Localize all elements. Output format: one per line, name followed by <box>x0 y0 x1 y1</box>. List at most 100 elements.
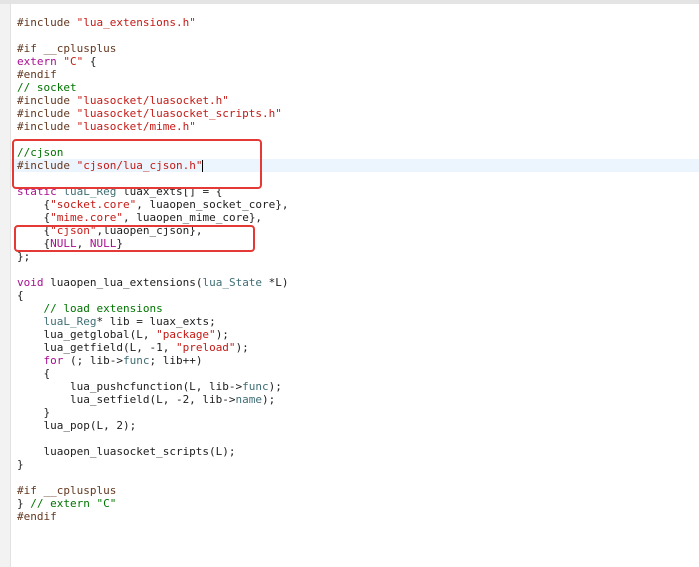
code-token: luaL_Reg <box>43 315 97 328</box>
code-line[interactable] <box>17 29 699 42</box>
code-token: "lua_extensions.h" <box>76 16 196 29</box>
code-line[interactable]: } <box>17 406 699 419</box>
code-token: { <box>17 198 51 211</box>
code-token: func <box>122 354 150 367</box>
code-token: luax_exts[] = { <box>116 185 223 198</box>
code-token: NULL <box>50 237 77 250</box>
code-token: luaopen_lua_extensions( <box>43 276 203 289</box>
code-token: } <box>116 237 123 250</box>
code-token: func <box>242 380 269 393</box>
code-line[interactable]: lua_setfield(L, -2, lib->name); <box>17 393 699 406</box>
code-token: { <box>17 237 51 250</box>
code-token: #endif <box>17 68 57 81</box>
code-token: lua_getfield(L, -1, <box>17 341 176 354</box>
code-token: #include <box>17 159 77 172</box>
code-line[interactable]: {"socket.core", luaopen_socket_core}, <box>17 198 699 211</box>
code-token: lua_State <box>202 276 263 289</box>
code-token: // load extensions <box>17 302 163 315</box>
code-token: , luaopen_socket_core}, <box>136 198 289 211</box>
code-line[interactable]: // socket <box>17 81 699 94</box>
code-token: "mime.core" <box>50 211 123 224</box>
code-token: { <box>83 55 97 68</box>
code-token: "preload" <box>175 341 236 354</box>
code-line[interactable] <box>17 172 699 185</box>
code-token: for <box>43 354 64 367</box>
code-token: "luasocket/luasocket.h" <box>76 94 229 107</box>
code-line[interactable]: } // extern "C" <box>17 497 699 510</box>
code-line[interactable]: // load extensions <box>17 302 699 315</box>
code-token: #include <box>17 94 77 107</box>
code-line[interactable]: { <box>17 367 699 380</box>
code-line[interactable] <box>17 133 699 146</box>
code-token: void <box>17 276 44 289</box>
code-line[interactable]: #if __cplusplus <box>17 42 699 55</box>
code-line[interactable]: {"cjson",luaopen_cjson}, <box>17 224 699 237</box>
code-line[interactable]: #include "cjson/lua_cjson.h" <box>11 159 699 172</box>
code-token: #if __cplusplus <box>17 42 117 55</box>
code-token: ,luaopen_cjson}, <box>96 224 203 237</box>
code-token: lua_setfield(L, -2, lib-> <box>17 393 236 406</box>
code-line[interactable] <box>17 263 699 276</box>
code-token: lua_pop(L, 2); <box>17 419 137 432</box>
code-token: { <box>17 211 51 224</box>
code-token: { <box>17 224 51 237</box>
text-cursor <box>202 160 204 172</box>
code-line[interactable]: #include "luasocket/luasocket_scripts.h" <box>17 107 699 120</box>
code-token: "socket.core" <box>50 198 137 211</box>
code-line[interactable]: }; <box>17 250 699 263</box>
code-line[interactable]: {"mime.core", luaopen_mime_core}, <box>17 211 699 224</box>
code-line[interactable]: #include "lua_extensions.h" <box>17 16 699 29</box>
code-line[interactable]: #include "luasocket/mime.h" <box>17 120 699 133</box>
code-token: "C" <box>63 55 84 68</box>
code-token: "cjson/lua_cjson.h" <box>76 159 203 172</box>
code-line[interactable]: #include "luasocket/luasocket.h" <box>17 94 699 107</box>
code-line[interactable]: lua_getglobal(L, "package"); <box>17 328 699 341</box>
code-token: "luasocket/luasocket_scripts.h" <box>76 107 282 120</box>
code-line[interactable]: static luaL_Reg luax_exts[] = { <box>17 185 699 198</box>
code-token: }; <box>17 250 31 263</box>
code-token: } <box>17 406 51 419</box>
code-token: ); <box>215 328 229 341</box>
code-token: (; lib-> <box>63 354 123 367</box>
code-line[interactable]: lua_getfield(L, -1, "preload"); <box>17 341 699 354</box>
code-token: ); <box>235 341 249 354</box>
code-line[interactable]: #if __cplusplus <box>17 484 699 497</box>
code-line[interactable]: #endif <box>17 68 699 81</box>
code-token: lua_getglobal(L, <box>17 328 157 341</box>
code-token: "cjson" <box>50 224 97 237</box>
code-token: #include <box>17 120 77 133</box>
code-line[interactable]: lua_pushcfunction(L, lib->func); <box>17 380 699 393</box>
code-token: "luasocket/mime.h" <box>76 120 196 133</box>
code-token: ; lib++) <box>149 354 203 367</box>
code-line[interactable] <box>17 471 699 484</box>
code-token: extern <box>17 55 57 68</box>
code-token: #endif <box>17 510 57 523</box>
code-token: #include <box>17 107 77 120</box>
code-line[interactable]: for (; lib->func; lib++) <box>17 354 699 367</box>
code-line[interactable] <box>17 432 699 445</box>
code-line[interactable]: #endif <box>17 510 699 523</box>
code-token: //cjson <box>17 146 64 159</box>
code-line[interactable]: extern "C" { <box>17 55 699 68</box>
window-top-border <box>0 0 699 4</box>
code-token: * lib = luax_exts; <box>96 315 216 328</box>
code-token: lua_pushcfunction(L, lib-> <box>17 380 243 393</box>
code-line[interactable]: } <box>17 458 699 471</box>
code-line[interactable]: lua_pop(L, 2); <box>17 419 699 432</box>
code-token: } <box>17 497 31 510</box>
code-token: luaL_Reg <box>63 185 117 198</box>
code-token: ); <box>268 380 282 393</box>
code-line[interactable]: luaopen_luasocket_scripts(L); <box>17 445 699 458</box>
code-token: static <box>17 185 57 198</box>
code-line[interactable]: void luaopen_lua_extensions(lua_State *L… <box>17 276 699 289</box>
code-editor[interactable]: #include "lua_extensions.h" #if __cpluspl… <box>11 16 699 523</box>
code-line[interactable]: luaL_Reg* lib = luax_exts; <box>17 315 699 328</box>
code-token: luaopen_luasocket_scripts(L); <box>17 445 236 458</box>
code-token: NULL <box>89 237 117 250</box>
code-token: "package" <box>156 328 216 341</box>
code-line[interactable]: {NULL, NULL} <box>17 237 699 250</box>
code-line[interactable]: //cjson <box>17 146 699 159</box>
code-line[interactable]: { <box>17 289 699 302</box>
code-token: name <box>235 393 263 406</box>
